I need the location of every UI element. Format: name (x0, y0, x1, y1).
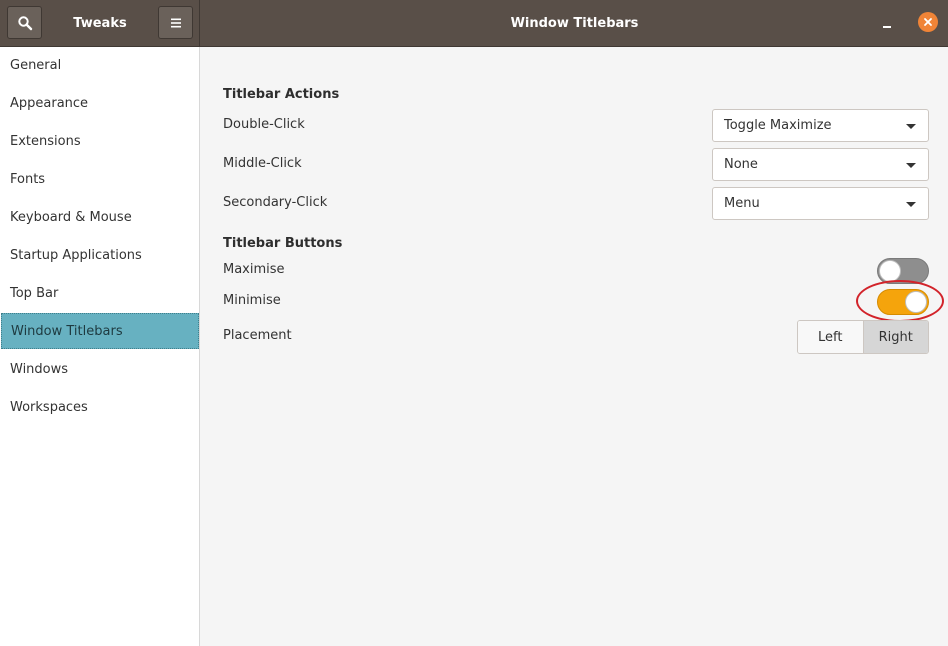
titlebar-buttons-heading: Titlebar Buttons (223, 236, 343, 251)
window-title: Window Titlebars (510, 15, 639, 31)
header-left-section: Tweaks (0, 0, 200, 46)
secondary-click-dropdown[interactable]: Menu (712, 187, 929, 220)
placement-label: Placement (223, 328, 292, 343)
minimise-label: Minimise (223, 293, 281, 308)
close-icon (924, 18, 932, 26)
main-panel: Titlebar Actions Double-Click Toggle Max… (201, 47, 948, 646)
chevron-down-icon (906, 124, 916, 129)
double-click-value: Toggle Maximize (724, 118, 832, 133)
middle-click-value: None (724, 157, 758, 172)
header-bar: Tweaks Window Titlebars (0, 0, 948, 47)
double-click-label: Double-Click (223, 117, 305, 132)
double-click-dropdown[interactable]: Toggle Maximize (712, 109, 929, 142)
sidebar-item-window-titlebars[interactable]: Window Titlebars (1, 313, 199, 349)
sidebar-item-fonts[interactable]: Fonts (0, 160, 200, 198)
menu-button[interactable] (158, 6, 193, 39)
chevron-down-icon (906, 163, 916, 168)
sidebar-item-label: Windows (10, 361, 69, 377)
minimize-button[interactable] (876, 12, 898, 34)
sidebar-item-workspaces[interactable]: Workspaces (0, 388, 200, 426)
close-button[interactable] (918, 12, 938, 32)
search-button[interactable] (7, 6, 42, 39)
secondary-click-value: Menu (724, 196, 760, 211)
sidebar-item-general[interactable]: General (0, 46, 200, 84)
titlebar-actions-heading: Titlebar Actions (223, 87, 340, 102)
middle-click-dropdown[interactable]: None (712, 148, 929, 181)
highlight-annotation-ring (856, 280, 944, 322)
sidebar-item-label: Top Bar (10, 285, 59, 301)
sidebar-item-label: Fonts (10, 171, 46, 187)
chevron-down-icon (906, 202, 916, 207)
placement-toggle-group: Left Right (797, 320, 929, 354)
sidebar-item-label: Workspaces (10, 399, 88, 415)
switch-knob (879, 260, 901, 282)
sidebar-item-extensions[interactable]: Extensions (0, 122, 200, 160)
sidebar-item-keyboard-mouse[interactable]: Keyboard & Mouse (0, 198, 200, 236)
sidebar-item-appearance[interactable]: Appearance (0, 84, 200, 122)
search-icon (17, 15, 32, 30)
sidebar-item-label: Startup Applications (10, 247, 142, 263)
hamburger-menu-icon (170, 18, 181, 27)
sidebar: General Appearance Extensions Fonts Keyb… (0, 47, 200, 646)
secondary-click-label: Secondary-Click (223, 195, 328, 210)
placement-right-button[interactable]: Right (863, 321, 928, 353)
minimize-icon (883, 26, 891, 28)
sidebar-item-label: Extensions (10, 133, 81, 149)
sidebar-item-label: Window Titlebars (11, 323, 123, 339)
middle-click-label: Middle-Click (223, 156, 302, 171)
app-title: Tweaks (73, 15, 127, 31)
sidebar-item-label: Appearance (10, 95, 89, 111)
maximise-label: Maximise (223, 262, 285, 277)
sidebar-item-windows[interactable]: Windows (0, 350, 200, 388)
sidebar-item-label: Keyboard & Mouse (10, 209, 132, 225)
sidebar-item-label: General (10, 57, 62, 73)
sidebar-item-top-bar[interactable]: Top Bar (0, 274, 200, 312)
placement-left-button[interactable]: Left (798, 321, 864, 353)
sidebar-item-startup-applications[interactable]: Startup Applications (0, 236, 200, 274)
